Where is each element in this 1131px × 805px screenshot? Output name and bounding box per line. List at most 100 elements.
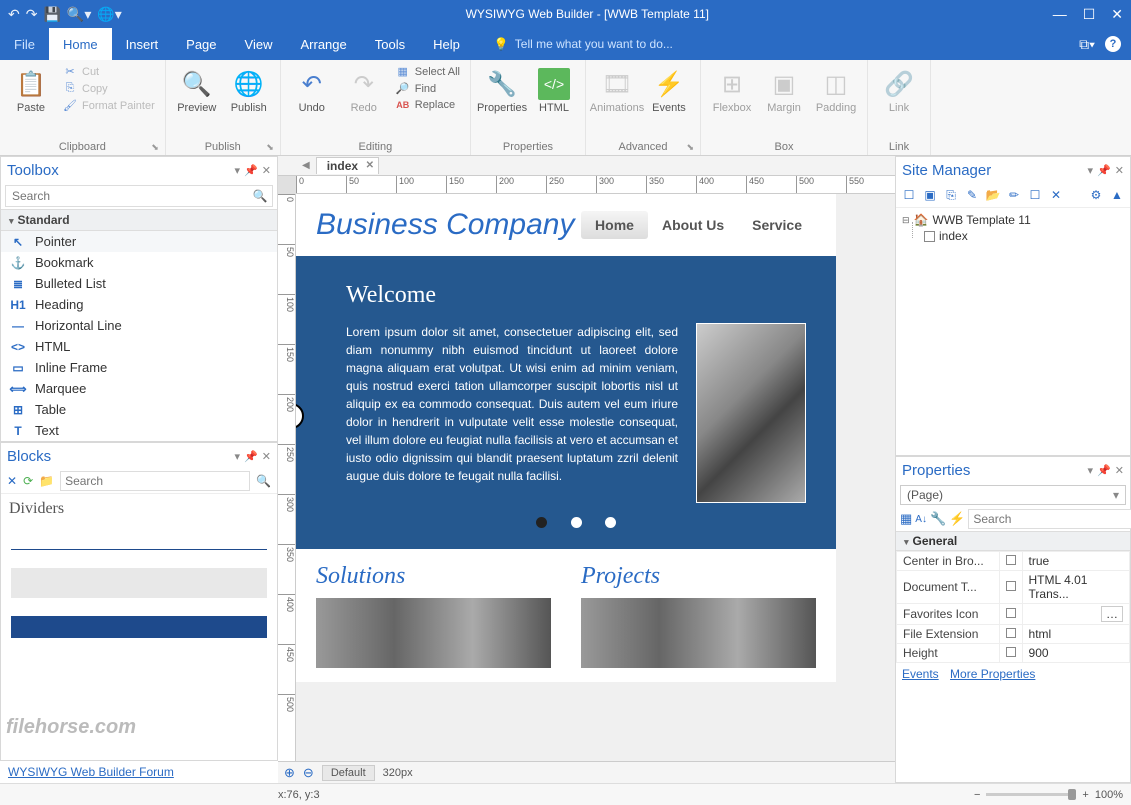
dropdown-icon[interactable]: ▾	[1088, 464, 1094, 477]
blocks-search-input[interactable]	[60, 471, 250, 491]
breakpoint-default[interactable]: Default	[322, 765, 375, 781]
pin-icon[interactable]: 📌	[1097, 464, 1111, 477]
sync-icon[interactable]: ⟳	[23, 474, 33, 488]
nav-service[interactable]: Service	[738, 211, 816, 239]
responsive-remove-icon[interactable]: ⊖	[303, 765, 314, 781]
menu-view[interactable]: View	[231, 28, 287, 60]
zoom-out-button[interactable]: −	[974, 789, 980, 801]
copy-button[interactable]: ⎘Copy	[60, 81, 157, 96]
copy-page-icon[interactable]: ☐	[1026, 186, 1044, 204]
properties-grid[interactable]: Center in Bro...trueDocument T...HTML 4.…	[896, 551, 1130, 663]
carousel-dots[interactable]	[346, 517, 806, 531]
sort-az-icon[interactable]: A↓	[915, 514, 927, 525]
undo-button[interactable]: ↶Undo	[289, 64, 335, 114]
maximize-button[interactable]: ☐	[1083, 6, 1096, 23]
folder-icon[interactable]: 📁	[39, 474, 54, 488]
properties-button[interactable]: 🔧Properties	[479, 64, 525, 114]
toolbox-item[interactable]: ⟺Marquee	[1, 378, 277, 399]
flexbox-button[interactable]: ⊞Flexbox	[709, 64, 755, 114]
delete-icon[interactable]: ✕	[1047, 186, 1065, 204]
categorize-icon[interactable]: ▦	[900, 511, 912, 527]
close-icon[interactable]: ✕	[1115, 464, 1124, 477]
publish-button[interactable]: 🌐Publish	[226, 64, 272, 114]
toolbox-category[interactable]: Standard	[1, 209, 277, 231]
menu-help[interactable]: Help	[419, 28, 474, 60]
site-tree[interactable]: ⊟ 🏠 WWB Template 11 index	[896, 208, 1130, 248]
blocks-preview[interactable]	[1, 524, 277, 644]
redo-icon[interactable]: ↷	[26, 6, 38, 23]
html-button[interactable]: </>HTML	[531, 64, 577, 114]
properties-search-input[interactable]	[968, 509, 1131, 529]
toolbox-item[interactable]: ⊞Table	[1, 399, 277, 420]
replace-button[interactable]: ABReplace	[393, 98, 462, 112]
lightning-icon[interactable]: ⚡	[949, 511, 965, 527]
carousel-prev-button[interactable]: ❮	[296, 403, 304, 429]
toolbox-item[interactable]: —Horizontal Line	[1, 315, 277, 336]
tell-me-search[interactable]: 💡 Tell me what you want to do...	[494, 37, 673, 51]
margin-button[interactable]: ▣Margin	[761, 64, 807, 114]
toolbox-item[interactable]: <>HTML	[1, 336, 277, 357]
property-row[interactable]: Height900	[897, 644, 1130, 663]
events-link[interactable]: Events	[902, 667, 939, 681]
tree-child[interactable]: index	[924, 228, 1124, 244]
dropdown-icon[interactable]: ▾	[235, 450, 241, 463]
launcher-icon[interactable]: ⬊	[151, 142, 159, 153]
help-icon[interactable]: ?	[1105, 36, 1121, 52]
property-row[interactable]: File Extensionhtml	[897, 625, 1130, 644]
menu-home[interactable]: Home	[49, 28, 112, 60]
toolbox-item[interactable]: TText	[1, 420, 277, 441]
launcher-icon[interactable]: ⬊	[266, 142, 274, 153]
tab-scroll-left[interactable]: ◀	[302, 160, 310, 171]
clone-icon[interactable]: ⎘	[942, 186, 960, 204]
dot-1[interactable]	[536, 517, 547, 528]
new-page-icon[interactable]: ☐	[900, 186, 918, 204]
pin-icon[interactable]: 📌	[1097, 164, 1111, 177]
hero-heading[interactable]: Welcome	[346, 282, 806, 309]
preview-button[interactable]: 🔍Preview	[174, 64, 220, 114]
toolbox-item[interactable]: ↖Pointer	[1, 231, 277, 252]
publish-qa-icon[interactable]: 🌐▾	[97, 6, 121, 23]
nav-home[interactable]: Home	[581, 211, 648, 239]
events-button[interactable]: ⚡Events	[646, 64, 692, 114]
toolbox-item[interactable]: ≣Bulleted List	[1, 273, 277, 294]
paste-button[interactable]: 📋 Paste	[8, 64, 54, 114]
menu-arrange[interactable]: Arrange	[286, 28, 360, 60]
dot-2[interactable]	[571, 517, 582, 528]
toolbox-item[interactable]: ▭Inline Frame	[1, 357, 277, 378]
hero-text[interactable]: Lorem ipsum dolor sit amet, consectetuer…	[346, 323, 678, 503]
menu-tools[interactable]: Tools	[361, 28, 419, 60]
zoom-slider[interactable]	[986, 793, 1076, 796]
up-icon[interactable]: ▲	[1108, 186, 1126, 204]
toolbox-search-input[interactable]	[6, 186, 248, 206]
tree-root[interactable]: ⊟ 🏠 WWB Template 11	[902, 212, 1124, 228]
undo-icon[interactable]: ↶	[8, 6, 20, 23]
workspace-icon[interactable]: ⧉▾	[1079, 36, 1095, 53]
menu-insert[interactable]: Insert	[112, 28, 173, 60]
more-properties-link[interactable]: More Properties	[950, 667, 1035, 681]
solutions-image[interactable]	[316, 598, 551, 668]
select-all-button[interactable]: ▦Select All	[393, 64, 462, 79]
animations-button[interactable]: 🎞Animations	[594, 64, 640, 114]
close-button[interactable]: ✕	[1111, 6, 1123, 23]
search-icon[interactable]: 🔍	[256, 474, 271, 488]
site-title[interactable]: Business Company	[316, 208, 581, 242]
close-icon[interactable]: ✕	[1115, 164, 1124, 177]
gear-icon[interactable]: ⚙	[1087, 186, 1105, 204]
open-icon[interactable]: 📂	[984, 186, 1002, 204]
dropdown-icon[interactable]: ▾	[1088, 164, 1094, 177]
divider-thumb[interactable]	[11, 568, 267, 598]
checkbox[interactable]	[924, 231, 935, 242]
dot-3[interactable]	[605, 517, 616, 528]
pin-icon[interactable]: 📌	[244, 164, 258, 177]
hero-image[interactable]	[696, 323, 806, 503]
nav-about[interactable]: About Us	[648, 211, 738, 239]
toolbox-item[interactable]: ⚓Bookmark	[1, 252, 277, 273]
divider-thumb[interactable]	[11, 530, 267, 550]
solutions-heading[interactable]: Solutions	[316, 563, 551, 590]
property-row[interactable]: Center in Bro...true	[897, 552, 1130, 571]
forum-link[interactable]: WYSIWYG Web Builder Forum	[0, 761, 278, 783]
menu-file[interactable]: File	[0, 28, 49, 60]
divider-thumb[interactable]	[11, 616, 267, 638]
menu-page[interactable]: Page	[172, 28, 230, 60]
property-row[interactable]: Favorites Icon …	[897, 604, 1130, 625]
